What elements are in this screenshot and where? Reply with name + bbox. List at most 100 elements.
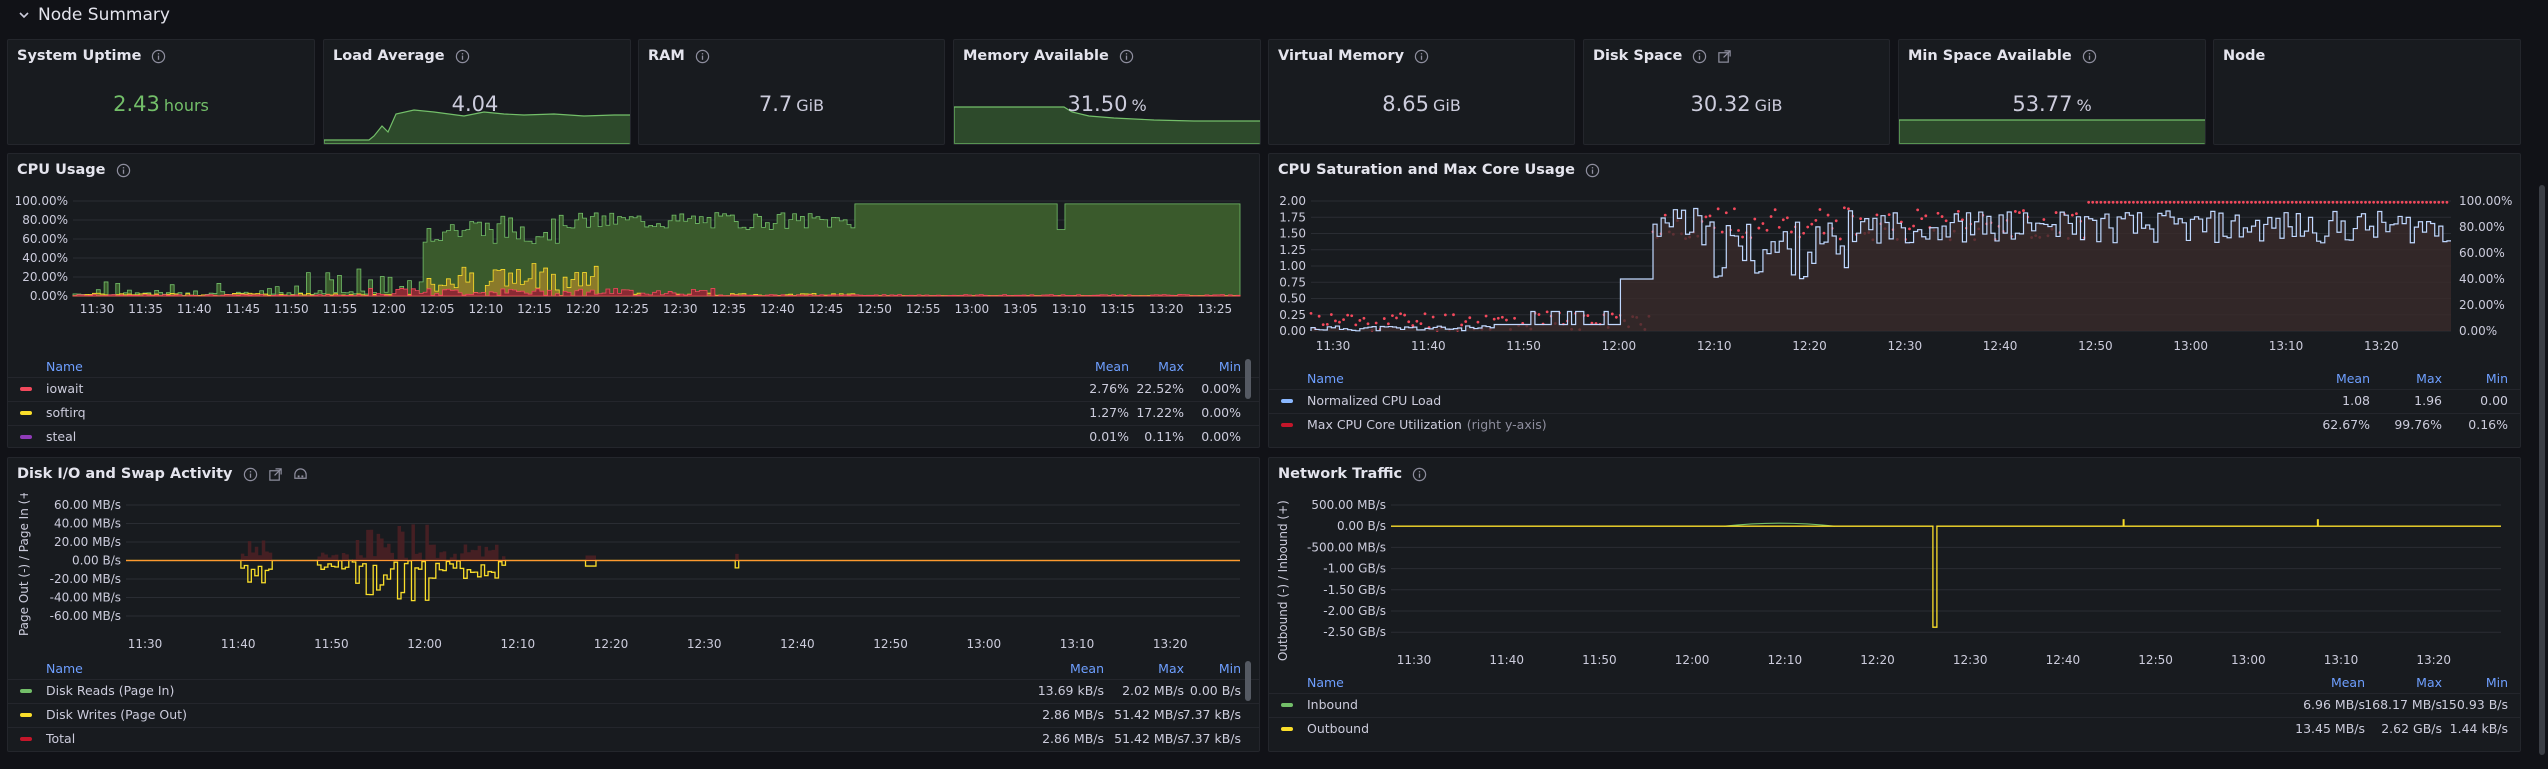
legend-header-max[interactable]: Max [1158, 661, 1184, 676]
outbound-line [1391, 525, 2501, 628]
max-core-point [1838, 237, 1842, 241]
info-icon[interactable] [116, 163, 131, 178]
legend-header-name[interactable]: Name [46, 661, 83, 676]
x-tick-label: 12:10 [501, 637, 536, 651]
chevron-down-icon[interactable] [18, 9, 30, 21]
max-core-point [2429, 200, 2433, 204]
legend-header-mean[interactable]: Mean [1070, 661, 1104, 676]
legend-row[interactable]: Total 2.86 MB/s 51.42 MB/s 7.37 kB/s [8, 727, 1259, 750]
legend-header-name[interactable]: Name [1307, 371, 1344, 386]
max-core-point [2075, 212, 2078, 215]
library-panel-icon[interactable] [293, 467, 308, 482]
max-core-point [2311, 200, 2314, 204]
max-core-point [2412, 200, 2416, 204]
legend-header-mean[interactable]: Mean [2336, 371, 2370, 386]
max-core-point [1329, 313, 1333, 316]
info-icon[interactable] [1692, 49, 1707, 64]
x-tick-label: 11:30 [1316, 339, 1351, 353]
x-tick-label: 11:40 [177, 302, 212, 316]
legend-mean-value: 13.69 kB/s [1037, 683, 1104, 698]
max-core-point [1309, 311, 1313, 315]
legend-mean-value: 2.86 MB/s [1042, 731, 1104, 746]
legend-header-min[interactable]: Min [2486, 675, 2508, 690]
legend-header-max[interactable]: Max [1158, 359, 1184, 374]
max-core-point [2013, 210, 2017, 213]
legend-mean-value: 13.45 MB/s [2295, 721, 2365, 736]
max-core-point [1737, 229, 1740, 232]
x-tick-label: 11:50 [1506, 339, 1541, 353]
max-core-point [2241, 200, 2245, 204]
x-tick-label: 12:00 [407, 637, 442, 651]
y-tick-label: 500.00 MB/s [1311, 498, 1386, 512]
max-core-point [1773, 208, 1777, 212]
external-link-icon[interactable] [1717, 49, 1732, 64]
y-tick-label: -2.00 GB/s [1323, 604, 1386, 618]
legend-row[interactable]: Max CPU Core Utilization (right y-axis) 62… [1269, 413, 2520, 436]
legend-row[interactable]: steal 0.01% 0.11% 0.00% [8, 425, 1259, 447]
legend-header-min[interactable]: Min [1219, 661, 1241, 676]
max-core-point [2384, 200, 2388, 204]
legend-header-min[interactable]: Min [1219, 359, 1241, 374]
max-core-point [2355, 200, 2359, 204]
info-icon[interactable] [2082, 49, 2097, 64]
legend-row[interactable]: Disk Writes (Page Out) 2.86 MB/s 51.42 MB/… [8, 703, 1259, 726]
legend-max-value: 22.52% [1136, 381, 1184, 396]
legend-scrollbar[interactable] [1245, 661, 1251, 701]
max-core-point [2417, 200, 2420, 204]
info-icon[interactable] [1414, 49, 1429, 64]
legend-header-name[interactable]: Name [46, 359, 83, 374]
info-icon[interactable] [1119, 49, 1134, 64]
legend-header-mean[interactable]: Mean [2331, 675, 2365, 690]
max-core-point [2087, 200, 2091, 204]
max-core-point [2184, 200, 2188, 204]
info-icon[interactable] [455, 49, 470, 64]
legend-row[interactable]: Outbound 13.45 MB/s 2.62 GB/s 1.44 kB/s [1269, 717, 2520, 740]
stat-title: Memory Available [963, 48, 1109, 64]
info-icon[interactable] [1585, 163, 1600, 178]
legend-row[interactable]: Inbound 6.96 MB/s 168.17 MB/s 150.93 B/s [1269, 693, 2520, 716]
max-core-point [1443, 313, 1447, 317]
legend-mean-value: 0.01% [1089, 429, 1129, 444]
legend-series-name: softirq [46, 405, 86, 420]
x-tick-label: 11:40 [1411, 339, 1446, 353]
max-core-point [1790, 230, 1793, 234]
stat-value: 30.32 GiB [1584, 92, 1889, 116]
legend-row[interactable]: softirq 1.27% 17.22% 0.00% [8, 401, 1259, 424]
max-core-point [1944, 219, 1948, 223]
max-core-point [2372, 200, 2376, 204]
y-tick-label: 20.00% [22, 270, 68, 284]
legend-max-value: 2.02 MB/s [1122, 683, 1184, 698]
max-core-point [1663, 213, 1667, 217]
stat-number: 4.04 [451, 92, 499, 116]
external-link-icon[interactable] [268, 467, 283, 482]
max-core-point [2282, 200, 2286, 204]
stat-number: 2.43 [113, 92, 160, 116]
x-tick-label: 12:40 [780, 637, 815, 651]
legend-header-min[interactable]: Min [2486, 371, 2508, 386]
info-icon[interactable] [243, 467, 258, 482]
max-core-point [1321, 323, 1325, 327]
legend-header-name[interactable]: Name [1307, 675, 1344, 690]
y-tick-label-right: 80.00% [2459, 220, 2505, 234]
info-icon[interactable] [695, 49, 710, 64]
legend-header-max[interactable]: Max [2416, 675, 2442, 690]
legend-scrollbar[interactable] [1245, 359, 1251, 399]
legend-row[interactable]: Disk Reads (Page In) 13.69 kB/s 2.02 MB/s 0… [8, 679, 1259, 702]
cpu-saturation-chart[interactable]: 2.00 1.75 1.50 1.25 1.00 0.75 0.50 0.25 0.00 100.… [1269, 189, 2521, 394]
max-core-point [2070, 213, 2074, 217]
legend-swatch [20, 689, 32, 693]
row-header-node-summary[interactable]: Node Summary [0, 0, 2548, 30]
max-core-point [1818, 208, 1822, 211]
max-core-point [1761, 222, 1765, 225]
info-icon[interactable] [1412, 467, 1427, 482]
legend-header-max[interactable]: Max [2416, 371, 2442, 386]
legend-row[interactable]: iowait 2.76% 22.52% 0.00% [8, 377, 1259, 400]
info-icon[interactable] [151, 49, 166, 64]
legend-row[interactable]: Normalized CPU Load 1.08 1.96 0.00 [1269, 389, 2520, 412]
legend-mean-value: 62.67% [2322, 417, 2370, 432]
legend-header-mean[interactable]: Mean [1095, 359, 1129, 374]
legend-mean-value: 2.86 MB/s [1042, 707, 1104, 722]
page-scrollbar[interactable] [2539, 185, 2545, 755]
max-core-point [1338, 320, 1341, 324]
stat-panel: System Uptime 2.43 hours [7, 39, 315, 145]
